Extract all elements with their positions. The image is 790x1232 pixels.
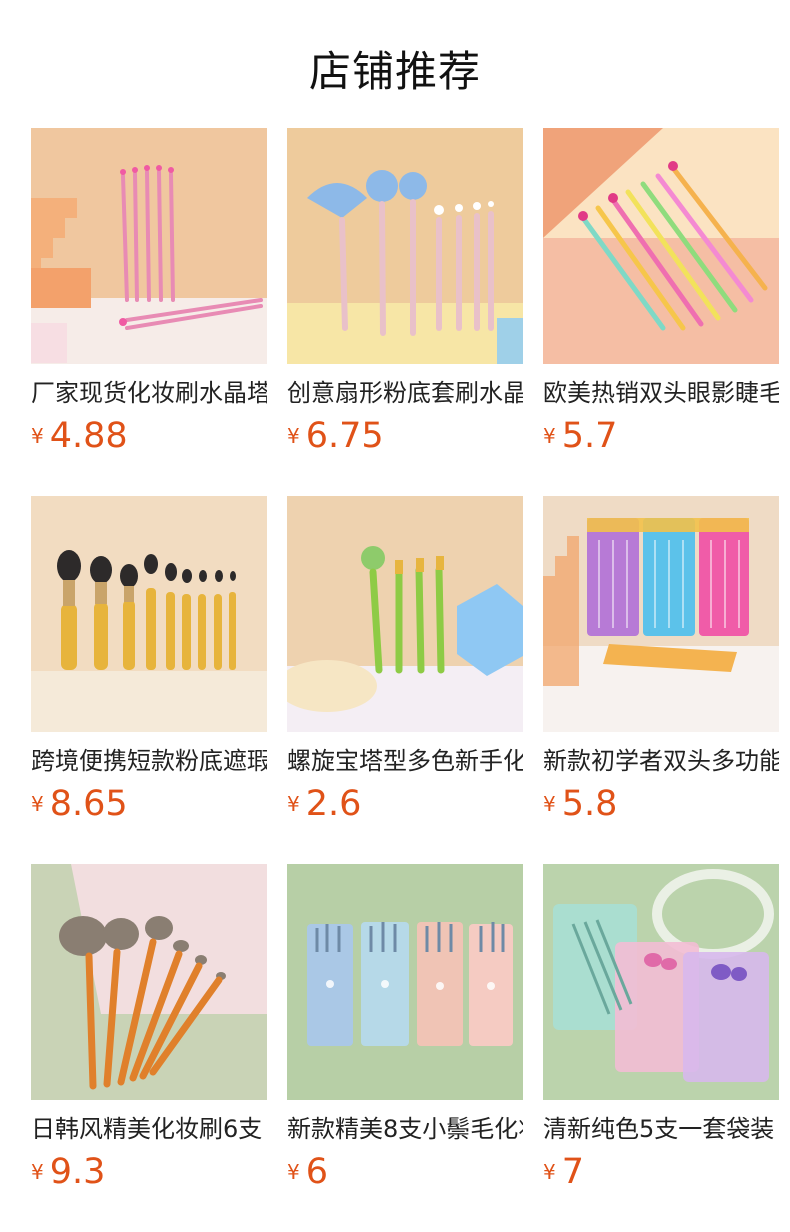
product-card[interactable]: 新款精美8支小鬃毛化妆 ¥6	[287, 864, 523, 1192]
product-name[interactable]: 日韩风精美化妆刷6支	[31, 1113, 267, 1145]
product-card[interactable]: 跨境便携短款粉底遮瑕 ¥8.65	[31, 496, 267, 824]
currency-symbol: ¥	[287, 1160, 300, 1184]
product-image[interactable]	[543, 864, 779, 1100]
product-name[interactable]: 新款精美8支小鬃毛化妆	[287, 1113, 523, 1145]
currency-symbol: ¥	[31, 1160, 44, 1184]
currency-symbol: ¥	[543, 424, 556, 448]
product-name[interactable]: 新款初学者双头多功能	[543, 745, 779, 777]
product-image[interactable]	[31, 128, 267, 364]
product-card[interactable]: 日韩风精美化妆刷6支 ¥9.3	[31, 864, 267, 1192]
product-price: ¥6.75	[287, 414, 384, 458]
product-price: ¥9.3	[31, 1150, 105, 1194]
currency-symbol: ¥	[543, 792, 556, 816]
product-image[interactable]	[287, 864, 523, 1100]
product-price: ¥5.8	[543, 782, 617, 826]
dual-end-eyeshadow-brush-icon	[543, 128, 779, 364]
price-value: 8.65	[49, 784, 128, 824]
product-image[interactable]	[543, 496, 779, 732]
product-card[interactable]: 创意扇形粉底套刷水晶 ¥6.75	[287, 128, 523, 456]
product-price: ¥8.65	[31, 782, 128, 826]
price-value: 5.8	[561, 784, 618, 824]
page-title: 店铺推荐	[308, 47, 481, 96]
product-image[interactable]	[287, 128, 523, 364]
product-name[interactable]: 创意扇形粉底套刷水晶	[287, 377, 523, 409]
product-card[interactable]: 新款初学者双头多功能 ¥5.8	[543, 496, 779, 824]
product-name[interactable]: 螺旋宝塔型多色新手化	[287, 745, 523, 777]
product-price: ¥5.7	[543, 414, 617, 458]
product-image[interactable]	[287, 496, 523, 732]
product-card[interactable]: 清新纯色5支一套袋装 ¥7	[543, 864, 779, 1192]
product-name[interactable]: 跨境便携短款粉底遮瑕	[31, 745, 267, 777]
currency-symbol: ¥	[287, 792, 300, 816]
product-image[interactable]	[543, 128, 779, 364]
price-value: 6	[305, 1152, 329, 1192]
product-image[interactable]	[31, 496, 267, 732]
currency-symbol: ¥	[31, 792, 44, 816]
product-card[interactable]: 欧美热销双头眼影睫毛 ¥5.7	[543, 128, 779, 456]
product-image[interactable]	[31, 864, 267, 1100]
product-name[interactable]: 欧美热销双头眼影睫毛	[543, 377, 779, 409]
pastel-bag-brush-set-icon	[543, 864, 779, 1100]
price-value: 9.3	[49, 1152, 106, 1192]
short-foundation-brush-set-icon	[31, 496, 267, 732]
currency-symbol: ¥	[31, 424, 44, 448]
price-value: 6.75	[305, 416, 384, 456]
product-price: ¥7	[543, 1150, 584, 1194]
bagged-brush-pack-icon	[543, 496, 779, 732]
product-price: ¥2.6	[287, 782, 361, 826]
currency-symbol: ¥	[543, 1160, 556, 1184]
crystal-brush-set-icon	[31, 128, 267, 364]
product-name[interactable]: 清新纯色5支一套袋装	[543, 1113, 779, 1145]
orange-brush-set-icon	[31, 864, 267, 1100]
price-value: 5.7	[561, 416, 618, 456]
spiral-brush-set-icon	[287, 496, 523, 732]
fan-brush-set-icon	[287, 128, 523, 364]
currency-symbol: ¥	[287, 424, 300, 448]
product-price: ¥4.88	[31, 414, 128, 458]
product-card[interactable]: 厂家现货化妆刷水晶塔 ¥4.88	[31, 128, 267, 456]
product-price: ¥6	[287, 1150, 328, 1194]
price-value: 7	[561, 1152, 585, 1192]
product-name[interactable]: 厂家现货化妆刷水晶塔	[31, 377, 267, 409]
price-value: 2.6	[305, 784, 362, 824]
price-value: 4.88	[49, 416, 128, 456]
product-card[interactable]: 螺旋宝塔型多色新手化 ¥2.6	[287, 496, 523, 824]
pouch-brush-set-icon	[287, 864, 523, 1100]
